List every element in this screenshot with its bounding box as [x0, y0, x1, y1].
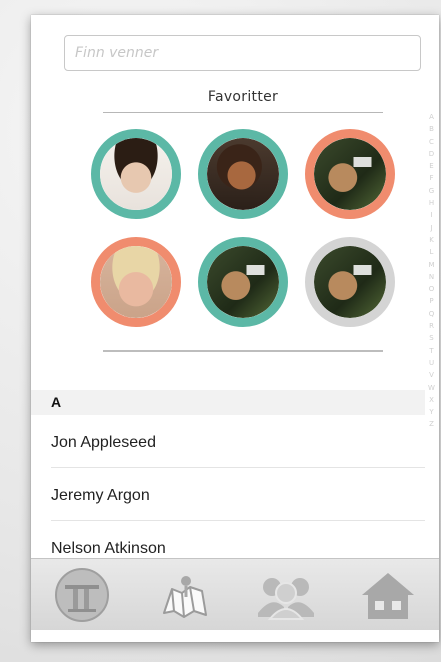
- index-letter[interactable]: T: [429, 345, 433, 357]
- index-letter[interactable]: M: [428, 259, 434, 271]
- alphabet-index[interactable]: A B C D E F G H I J K L M N O P Q R S T …: [427, 111, 436, 431]
- contact-row[interactable]: Jeremy Argon: [51, 468, 425, 521]
- app-screen: Favoritter A B C D E F G H I J K L M N O…: [31, 15, 439, 642]
- index-letter[interactable]: B: [429, 123, 434, 135]
- index-letter[interactable]: S: [429, 332, 433, 344]
- contact-row[interactable]: Jon Appleseed: [51, 415, 425, 468]
- index-letter[interactable]: H: [429, 197, 434, 209]
- favorite-avatar[interactable]: [198, 237, 288, 327]
- favorite-avatar[interactable]: [305, 237, 395, 327]
- favorite-avatar[interactable]: [91, 237, 181, 327]
- contact-first-name: Nelson: [51, 540, 101, 557]
- pillars-icon: [55, 568, 109, 622]
- section-header: A: [31, 390, 425, 415]
- index-letter[interactable]: Q: [429, 308, 435, 320]
- contact-list: Jon Appleseed Jeremy Argon Nelson Atkins…: [51, 415, 425, 574]
- avatar-photo: [314, 138, 386, 210]
- tab-home[interactable]: [356, 566, 420, 624]
- avatar-photo: [314, 246, 386, 318]
- index-letter[interactable]: Y: [429, 406, 433, 418]
- people-icon: [258, 578, 314, 620]
- favorites-title: Favoritter: [207, 89, 279, 105]
- index-letter[interactable]: G: [429, 185, 434, 197]
- index-letter[interactable]: Z: [429, 418, 434, 430]
- tab-bar: [31, 558, 439, 631]
- index-letter[interactable]: F: [429, 172, 433, 184]
- divider: [103, 112, 383, 113]
- index-letter[interactable]: V: [429, 369, 434, 381]
- index-letter[interactable]: O: [429, 283, 435, 295]
- index-letter[interactable]: C: [429, 136, 434, 148]
- avatar-photo: [207, 138, 279, 210]
- avatar-photo: [207, 246, 279, 318]
- index-letter[interactable]: U: [429, 357, 434, 369]
- map-icon: [163, 576, 207, 618]
- favorite-avatar[interactable]: [198, 129, 288, 219]
- index-letter[interactable]: A: [429, 111, 434, 123]
- house-icon: [362, 573, 414, 619]
- contact-last-name: Appleseed: [80, 434, 156, 451]
- contact-last-name: Argon: [107, 487, 150, 504]
- divider: [103, 350, 383, 352]
- index-letter[interactable]: E: [429, 160, 433, 172]
- index-letter[interactable]: R: [429, 320, 434, 332]
- avatar-photo: [100, 246, 172, 318]
- index-letter[interactable]: K: [429, 234, 434, 246]
- index-letter[interactable]: N: [429, 271, 434, 283]
- contact-last-name: Atkinson: [104, 540, 166, 557]
- avatar-photo: [100, 138, 172, 210]
- search-input[interactable]: [64, 35, 421, 71]
- favorite-avatar[interactable]: [305, 129, 395, 219]
- index-letter[interactable]: J: [430, 222, 432, 234]
- index-letter[interactable]: L: [430, 246, 434, 258]
- contact-first-name: Jeremy: [51, 487, 104, 504]
- favorite-avatar[interactable]: [91, 129, 181, 219]
- index-letter[interactable]: P: [429, 295, 433, 307]
- tab-people[interactable]: [254, 566, 318, 624]
- index-letter[interactable]: I: [430, 209, 432, 221]
- index-letter[interactable]: X: [429, 394, 434, 406]
- index-letter[interactable]: D: [429, 148, 434, 160]
- index-letter[interactable]: W: [428, 382, 435, 394]
- tab-map[interactable]: [152, 566, 216, 624]
- contact-first-name: Jon: [51, 434, 77, 451]
- tab-pillars[interactable]: [50, 566, 114, 624]
- screen-bottom-edge: [31, 630, 439, 642]
